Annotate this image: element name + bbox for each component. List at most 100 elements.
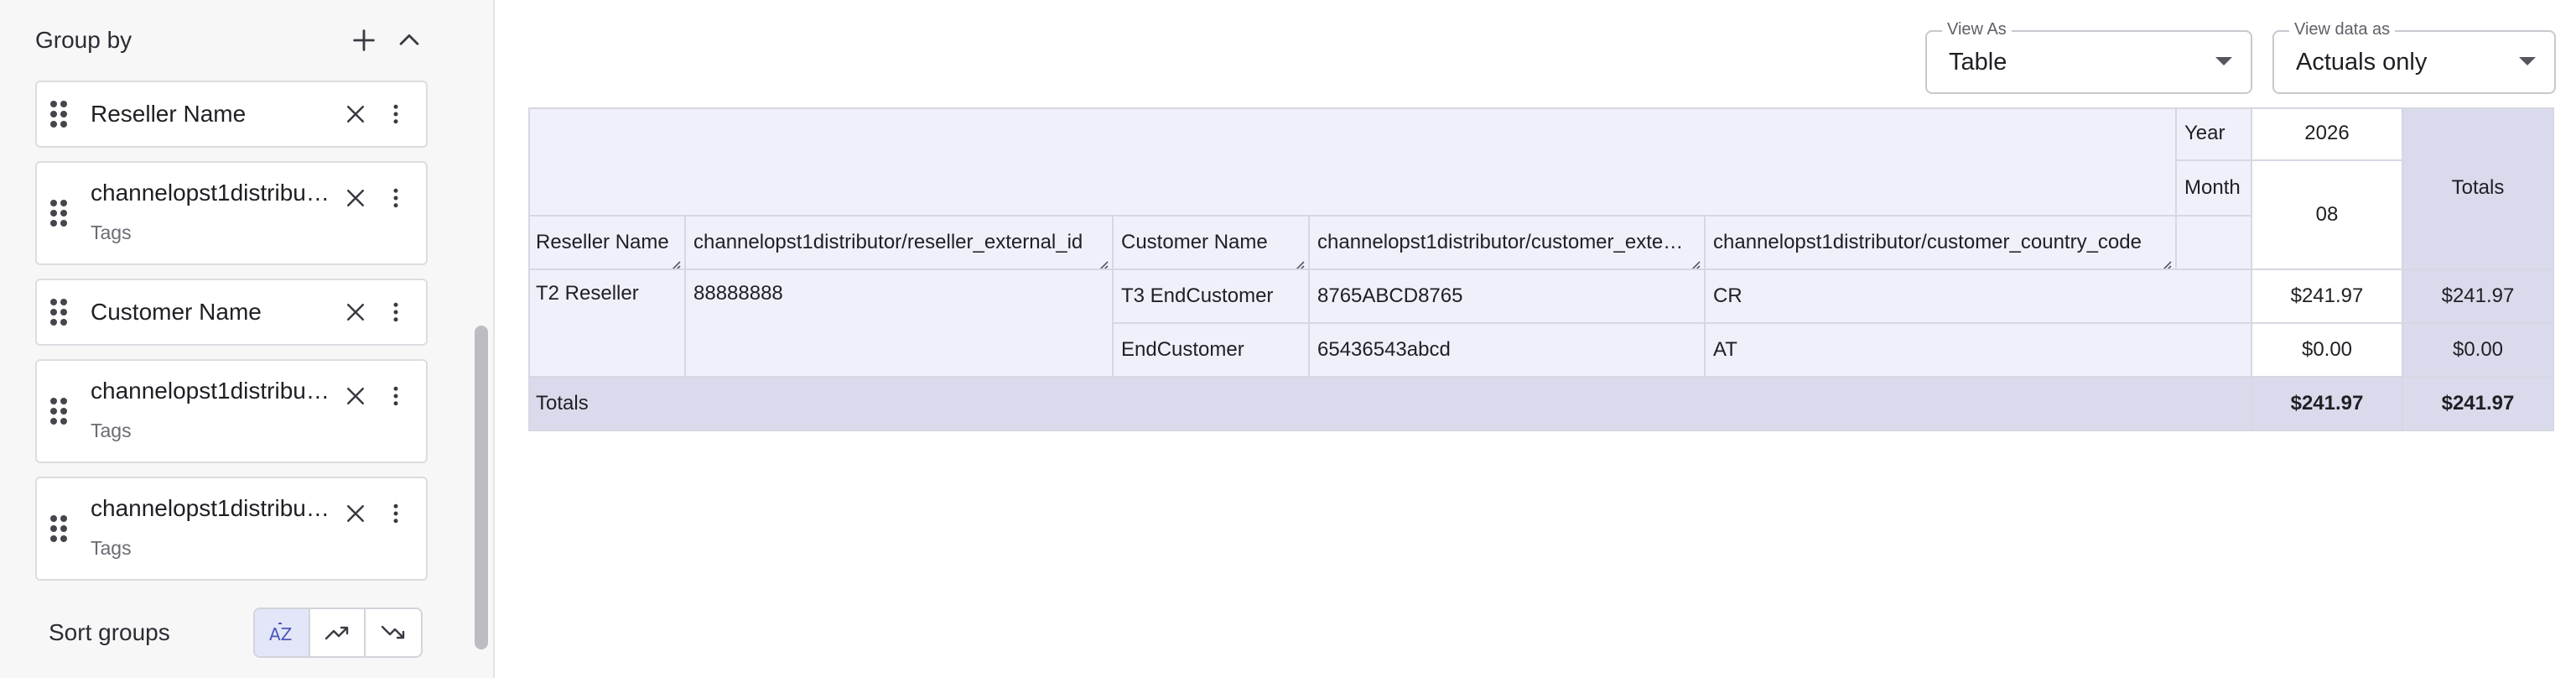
month-label: Month xyxy=(2177,161,2252,216)
view-as-legend: View As xyxy=(1942,20,2012,39)
view-data-as-legend: View data as xyxy=(2289,20,2396,39)
group-item-label: channelopst1distributor/customer_externa… xyxy=(91,378,334,404)
group-options-button[interactable] xyxy=(379,97,413,131)
view-as-value: Table xyxy=(1949,49,2007,76)
close-icon xyxy=(347,388,364,404)
table-row-value: $0.00 xyxy=(2252,324,2403,378)
pivot-table: Year 2026 Month 08 Totals Reseller Name … xyxy=(528,107,2554,431)
column-header-customer-country-code[interactable]: channelopst1distributor/customer_country… xyxy=(1706,216,2177,270)
table-row-value: $241.97 xyxy=(2252,270,2403,324)
resize-handle-icon[interactable] xyxy=(1689,253,1701,269)
year-label: Year xyxy=(2177,107,2252,161)
totals-row-value: $241.97 xyxy=(2252,378,2403,431)
sort-groups-label: Sort groups xyxy=(49,619,170,645)
group-item-customer-name[interactable]: Customer Name xyxy=(35,279,428,346)
group-by-title: Group by xyxy=(35,27,132,53)
add-group-button[interactable] xyxy=(344,20,384,60)
group-item-reseller-name[interactable]: Reseller Name xyxy=(35,81,428,148)
group-item-sub: Tags xyxy=(91,222,132,243)
close-icon xyxy=(347,190,364,206)
close-icon xyxy=(347,505,364,522)
totals-row-label: Totals xyxy=(528,378,2252,431)
drag-handle[interactable] xyxy=(49,99,69,129)
drag-dots-icon xyxy=(50,299,67,326)
table-row-customer-name: T3 EndCustomer xyxy=(1114,270,1310,324)
more-vertical-icon xyxy=(393,386,398,406)
sort-groups-toggle: AZ xyxy=(253,608,423,658)
table-row-external-id: 8765ABCD8765 xyxy=(1310,270,1706,324)
remove-group-button[interactable] xyxy=(339,97,372,131)
table-row-external-id: 65436543abcd xyxy=(1310,324,1706,378)
group-item-customer-external-id[interactable]: channelopst1distributor/customer_externa… xyxy=(35,359,428,463)
drag-handle[interactable] xyxy=(49,396,69,426)
remove-group-button[interactable] xyxy=(339,379,372,413)
column-header-reseller-external-id[interactable]: channelopst1distributor/reseller_externa… xyxy=(686,216,1114,270)
month-value: 08 xyxy=(2252,161,2403,270)
group-item-sub: Tags xyxy=(91,537,132,559)
close-icon xyxy=(347,106,364,123)
caret-down-icon xyxy=(2519,57,2536,65)
more-vertical-icon xyxy=(393,188,398,208)
trending-up-icon xyxy=(325,626,349,640)
drag-dots-icon xyxy=(50,515,67,542)
view-as-select[interactable]: View As Table xyxy=(1925,20,2252,94)
group-options-button[interactable] xyxy=(379,497,413,530)
header-spacer xyxy=(2177,216,2252,270)
group-item-label: Customer Name xyxy=(91,299,262,325)
drag-dots-icon xyxy=(50,200,67,227)
group-by-panel: Group by Reseller Name channelopst1distr… xyxy=(0,0,495,678)
resize-handle-icon[interactable] xyxy=(2160,253,2172,269)
totals-row-grand-total: $241.97 xyxy=(2403,378,2554,431)
column-header-customer-external-id[interactable]: channelopst1distributor/customer_externa… xyxy=(1310,216,1706,270)
table-row-country: CR xyxy=(1706,270,2252,324)
group-by-header: Group by xyxy=(35,18,429,62)
column-header-customer-name[interactable]: Customer Name xyxy=(1114,216,1310,270)
drag-dots-icon xyxy=(50,398,67,425)
view-data-as-select[interactable]: View data as Actuals only xyxy=(2272,20,2556,94)
sort-groups-row: Sort groups AZ xyxy=(49,608,426,658)
drag-handle[interactable] xyxy=(49,198,69,228)
drag-handle[interactable] xyxy=(49,297,69,327)
table-row-customer-name: EndCustomer xyxy=(1114,324,1310,378)
sort-alphabetical-button[interactable]: AZ xyxy=(255,609,310,656)
group-item-reseller-external-id[interactable]: channelopst1distributor/reseller_externa… xyxy=(35,161,428,265)
more-vertical-icon xyxy=(393,104,398,124)
trending-down-icon xyxy=(381,625,405,639)
remove-group-button[interactable] xyxy=(339,295,372,329)
drag-handle[interactable] xyxy=(49,514,69,544)
column-header-reseller-name[interactable]: Reseller Name xyxy=(528,216,686,270)
plus-icon xyxy=(353,29,375,51)
table-row-total: $241.97 xyxy=(2403,270,2554,324)
panel-scrollbar[interactable] xyxy=(475,326,488,649)
resize-handle-icon[interactable] xyxy=(1293,253,1305,269)
sort-descending-button[interactable] xyxy=(366,609,421,656)
remove-group-button[interactable] xyxy=(339,497,372,530)
table-row-country: AT xyxy=(1706,324,2252,378)
more-vertical-icon xyxy=(393,503,398,524)
group-item-label: channelopst1distributor/customer_country… xyxy=(91,495,334,521)
collapse-group-by-button[interactable] xyxy=(389,20,429,60)
sort-ascending-button[interactable] xyxy=(310,609,366,656)
reseller-name-cell: T2 Reseller xyxy=(528,270,686,378)
group-options-button[interactable] xyxy=(379,295,413,329)
group-item-sub: Tags xyxy=(91,420,132,441)
group-item-label: channelopst1distributor/reseller_externa… xyxy=(91,180,334,206)
caret-down-icon xyxy=(2215,57,2232,65)
chevron-up-icon xyxy=(399,34,419,45)
group-item-label: Reseller Name xyxy=(91,101,247,127)
reseller-external-id-cell: 88888888 xyxy=(686,270,1114,378)
view-data-as-value: Actuals only xyxy=(2296,49,2428,76)
header-empty-area xyxy=(528,107,2177,216)
resize-handle-icon[interactable] xyxy=(1097,253,1109,269)
year-value: 2026 xyxy=(2252,107,2403,161)
group-item-customer-country-code[interactable]: channelopst1distributor/customer_country… xyxy=(35,477,428,581)
group-options-button[interactable] xyxy=(379,379,413,413)
drag-dots-icon xyxy=(50,101,67,128)
remove-group-button[interactable] xyxy=(339,181,372,215)
close-icon xyxy=(347,304,364,321)
sort-alpha-icon: AZ xyxy=(269,623,292,644)
group-options-button[interactable] xyxy=(379,181,413,215)
resize-handle-icon[interactable] xyxy=(669,253,681,269)
more-vertical-icon xyxy=(393,302,398,322)
totals-column-header: Totals xyxy=(2403,107,2554,270)
